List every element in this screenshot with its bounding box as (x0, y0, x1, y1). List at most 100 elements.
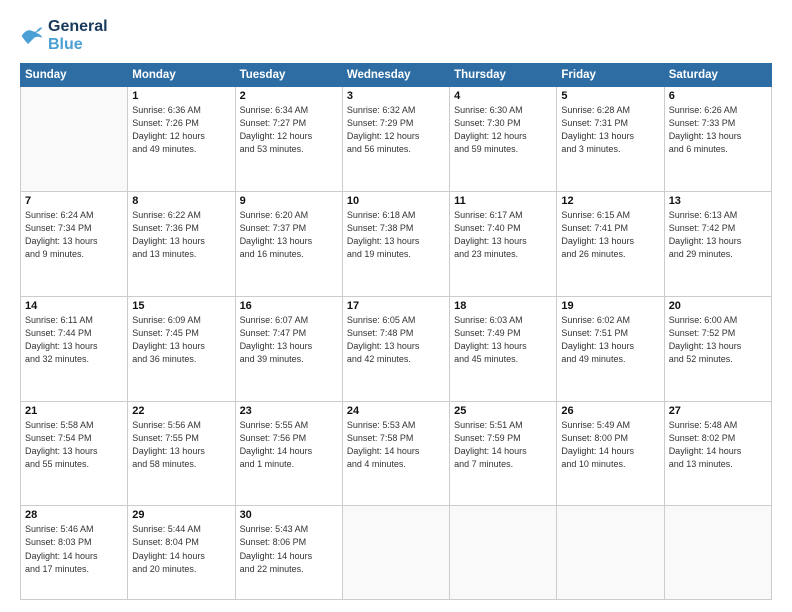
day-info: Sunrise: 6:22 AMSunset: 7:36 PMDaylight:… (132, 209, 230, 261)
calendar-cell: 9Sunrise: 6:20 AMSunset: 7:37 PMDaylight… (235, 192, 342, 297)
calendar-header-row: SundayMondayTuesdayWednesdayThursdayFrid… (21, 64, 772, 87)
calendar-cell: 22 Sunrise: 5:56 AMSunset: 7:55 PMDayligh… (128, 401, 235, 506)
calendar-cell: 5Sunrise: 6:28 AMSunset: 7:31 PMDaylight… (557, 87, 664, 192)
day-number: 4 (454, 90, 552, 102)
col-header-saturday: Saturday (664, 64, 771, 87)
day-info: Sunrise: 5:58 AMSunset: 7:54 PMDaylight:… (25, 419, 123, 471)
day-number: 28 (25, 509, 123, 521)
day-info: Sunrise: 5:46 AMSunset: 8:03 PMDaylight:… (25, 523, 123, 575)
calendar-cell: 19 Sunrise: 6:02 AMSunset: 7:51 PMDayligh… (557, 296, 664, 401)
day-info: Sunrise: 5:55 AMSunset: 7:56 PMDaylight:… (240, 419, 338, 471)
calendar-cell: 29Sunrise: 5:44 AMSunset: 8:04 PMDayligh… (128, 506, 235, 600)
calendar-cell: 24 Sunrise: 5:53 AMSunset: 7:58 PMDayligh… (342, 401, 449, 506)
calendar-cell: 21 Sunrise: 5:58 AMSunset: 7:54 PMDayligh… (21, 401, 128, 506)
day-info: Sunrise: 6:26 AMSunset: 7:33 PMDaylight:… (669, 104, 767, 156)
calendar-cell: 26 Sunrise: 5:49 AMSunset: 8:00 PMDayligh… (557, 401, 664, 506)
calendar-cell (664, 506, 771, 600)
calendar-cell: 17 Sunrise: 6:05 AMSunset: 7:48 PMDayligh… (342, 296, 449, 401)
logo-text: General Blue (48, 18, 108, 53)
day-info: Sunrise: 5:49 AMSunset: 8:00 PMDaylight:… (561, 419, 659, 471)
page: General Blue SundayMondayTuesdayWednesda… (0, 0, 792, 612)
header: General Blue (20, 18, 772, 53)
day-info: Sunrise: 6:03 AMSunset: 7:49 PMDaylight:… (454, 314, 552, 366)
day-number: 3 (347, 90, 445, 102)
day-info: Sunrise: 6:24 AMSunset: 7:34 PMDaylight:… (25, 209, 123, 261)
calendar-cell: 20 Sunrise: 6:00 AMSunset: 7:52 PMDayligh… (664, 296, 771, 401)
day-number: 14 (25, 300, 123, 312)
day-number: 27 (669, 405, 767, 417)
day-number: 7 (25, 195, 123, 207)
calendar-cell: 7 Sunrise: 6:24 AMSunset: 7:34 PMDaylight… (21, 192, 128, 297)
day-info: Sunrise: 5:53 AMSunset: 7:58 PMDaylight:… (347, 419, 445, 471)
day-info: Sunrise: 6:02 AMSunset: 7:51 PMDaylight:… (561, 314, 659, 366)
day-info: Sunrise: 6:17 AMSunset: 7:40 PMDaylight:… (454, 209, 552, 261)
day-number: 24 (347, 405, 445, 417)
calendar-cell: 16 Sunrise: 6:07 AMSunset: 7:47 PMDayligh… (235, 296, 342, 401)
day-number: 16 (240, 300, 338, 312)
day-number: 11 (454, 195, 552, 207)
day-number: 21 (25, 405, 123, 417)
day-info: Sunrise: 6:30 AMSunset: 7:30 PMDaylight:… (454, 104, 552, 156)
day-number: 15 (132, 300, 230, 312)
calendar-cell (342, 506, 449, 600)
day-info: Sunrise: 6:07 AMSunset: 7:47 PMDaylight:… (240, 314, 338, 366)
calendar-cell: 10 Sunrise: 6:18 AMSunset: 7:38 PMDayligh… (342, 192, 449, 297)
col-header-sunday: Sunday (21, 64, 128, 87)
day-number: 25 (454, 405, 552, 417)
day-number: 20 (669, 300, 767, 312)
day-info: Sunrise: 6:34 AMSunset: 7:27 PMDaylight:… (240, 104, 338, 156)
calendar-cell: 30 Sunrise: 5:43 AMSunset: 8:06 PMDayligh… (235, 506, 342, 600)
logo-icon (20, 26, 44, 46)
day-info: Sunrise: 6:36 AMSunset: 7:26 PMDaylight:… (132, 104, 230, 156)
day-number: 19 (561, 300, 659, 312)
calendar-table: SundayMondayTuesdayWednesdayThursdayFrid… (20, 63, 772, 600)
day-info: Sunrise: 5:48 AMSunset: 8:02 PMDaylight:… (669, 419, 767, 471)
day-number: 10 (347, 195, 445, 207)
calendar-cell: 2Sunrise: 6:34 AMSunset: 7:27 PMDaylight… (235, 87, 342, 192)
day-number: 1 (132, 90, 230, 102)
calendar-cell (21, 87, 128, 192)
day-info: Sunrise: 6:09 AMSunset: 7:45 PMDaylight:… (132, 314, 230, 366)
calendar-cell: 3Sunrise: 6:32 AMSunset: 7:29 PMDaylight… (342, 87, 449, 192)
day-info: Sunrise: 5:43 AMSunset: 8:06 PMDaylight:… (240, 523, 338, 575)
day-number: 23 (240, 405, 338, 417)
calendar-cell: 27 Sunrise: 5:48 AMSunset: 8:02 PMDayligh… (664, 401, 771, 506)
calendar-cell: 28 Sunrise: 5:46 AMSunset: 8:03 PMDayligh… (21, 506, 128, 600)
day-info: Sunrise: 6:18 AMSunset: 7:38 PMDaylight:… (347, 209, 445, 261)
day-number: 6 (669, 90, 767, 102)
day-info: Sunrise: 6:13 AMSunset: 7:42 PMDaylight:… (669, 209, 767, 261)
col-header-thursday: Thursday (450, 64, 557, 87)
calendar-cell: 6 Sunrise: 6:26 AMSunset: 7:33 PMDaylight… (664, 87, 771, 192)
day-number: 5 (561, 90, 659, 102)
calendar-cell: 11 Sunrise: 6:17 AMSunset: 7:40 PMDayligh… (450, 192, 557, 297)
day-info: Sunrise: 6:00 AMSunset: 7:52 PMDaylight:… (669, 314, 767, 366)
day-number: 13 (669, 195, 767, 207)
col-header-monday: Monday (128, 64, 235, 87)
calendar-cell: 15 Sunrise: 6:09 AMSunset: 7:45 PMDayligh… (128, 296, 235, 401)
calendar-cell (557, 506, 664, 600)
day-info: Sunrise: 5:56 AMSunset: 7:55 PMDaylight:… (132, 419, 230, 471)
day-number: 17 (347, 300, 445, 312)
calendar-cell: 13 Sunrise: 6:13 AMSunset: 7:42 PMDayligh… (664, 192, 771, 297)
day-number: 26 (561, 405, 659, 417)
day-number: 30 (240, 509, 338, 521)
calendar-week-row: 7 Sunrise: 6:24 AMSunset: 7:34 PMDaylight… (21, 192, 772, 297)
calendar-cell (450, 506, 557, 600)
day-number: 9 (240, 195, 338, 207)
calendar-week-row: 28 Sunrise: 5:46 AMSunset: 8:03 PMDayligh… (21, 506, 772, 600)
col-header-friday: Friday (557, 64, 664, 87)
calendar-cell: 18 Sunrise: 6:03 AMSunset: 7:49 PMDayligh… (450, 296, 557, 401)
day-number: 29 (132, 509, 230, 521)
day-number: 18 (454, 300, 552, 312)
col-header-wednesday: Wednesday (342, 64, 449, 87)
calendar-cell: 25 Sunrise: 5:51 AMSunset: 7:59 PMDayligh… (450, 401, 557, 506)
calendar-cell: 4 Sunrise: 6:30 AMSunset: 7:30 PMDaylight… (450, 87, 557, 192)
day-number: 22 (132, 405, 230, 417)
logo: General Blue (20, 18, 108, 53)
day-number: 12 (561, 195, 659, 207)
calendar-week-row: 1 Sunrise: 6:36 AMSunset: 7:26 PMDaylight… (21, 87, 772, 192)
day-info: Sunrise: 6:05 AMSunset: 7:48 PMDaylight:… (347, 314, 445, 366)
calendar-week-row: 21 Sunrise: 5:58 AMSunset: 7:54 PMDayligh… (21, 401, 772, 506)
day-info: Sunrise: 5:51 AMSunset: 7:59 PMDaylight:… (454, 419, 552, 471)
calendar-cell: 8Sunrise: 6:22 AMSunset: 7:36 PMDaylight… (128, 192, 235, 297)
